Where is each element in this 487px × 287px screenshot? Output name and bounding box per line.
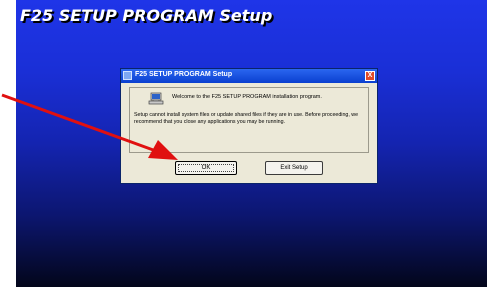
info-group: Welcome to the F25 SETUP PROGRAM install… (129, 87, 369, 153)
focus-rect (178, 164, 234, 172)
close-icon[interactable]: X (365, 71, 375, 81)
ok-button[interactable]: OK (175, 161, 237, 175)
exit-label: Exit Setup (280, 165, 308, 171)
dialog-title: F25 SETUP PROGRAM Setup (135, 71, 233, 78)
computer-icon (148, 92, 164, 105)
setup-title: F25 SETUP PROGRAM Setup (20, 6, 273, 25)
setup-dialog: F25 SETUP PROGRAM Setup X Welcome to the… (120, 68, 378, 184)
warning-text: Setup cannot install system files or upd… (134, 112, 359, 125)
dialog-titlebar[interactable]: F25 SETUP PROGRAM Setup X (121, 69, 377, 83)
welcome-text: Welcome to the F25 SETUP PROGRAM install… (172, 94, 322, 100)
exit-setup-button[interactable]: Exit Setup (265, 161, 323, 175)
app-icon (123, 71, 132, 80)
